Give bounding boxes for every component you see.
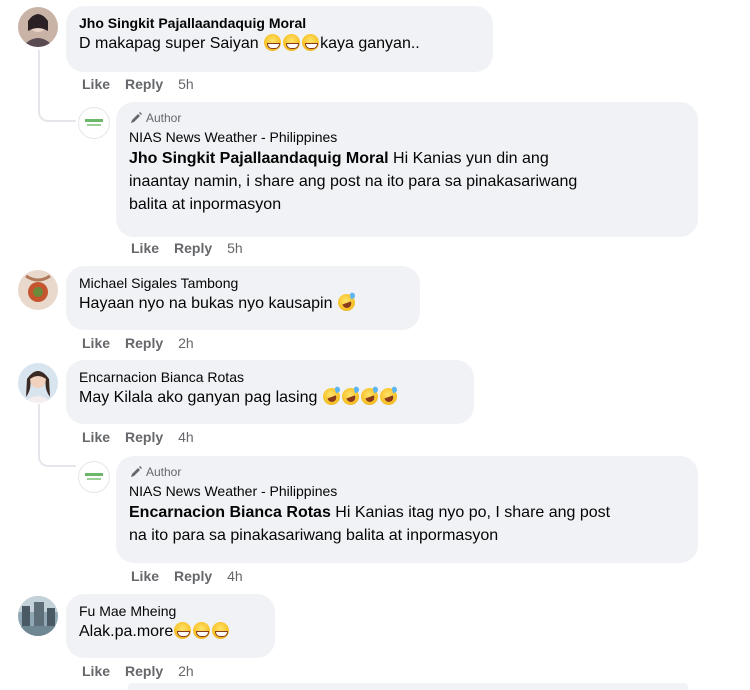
- author-badge: Author: [129, 110, 685, 126]
- avatar[interactable]: [78, 107, 110, 139]
- grinning-emoji-icon: [302, 34, 320, 51]
- avatar[interactable]: [18, 270, 58, 310]
- avatar[interactable]: [18, 363, 58, 403]
- comment-text: Hayaan nyo na bukas nyo kausapin: [79, 291, 407, 315]
- comment-actions: Like Reply 2h: [82, 335, 194, 351]
- like-button[interactable]: Like: [82, 335, 110, 351]
- comment-text: D makapag super Saiyan kaya ganyan..: [79, 34, 420, 52]
- like-button[interactable]: Like: [82, 76, 110, 92]
- timestamp[interactable]: 5h: [227, 240, 243, 256]
- comment-bubble: Encarnacion Bianca Rotas May Kilala ako …: [66, 360, 474, 424]
- like-button[interactable]: Like: [131, 240, 159, 256]
- author-badge: Author: [129, 464, 685, 480]
- rolling-laughing-emoji-icon: [320, 385, 343, 408]
- rolling-laughing-emoji-icon: [377, 385, 400, 408]
- reply-text: Jho Singkit Pajallaandaquig Moral Hi Kan…: [129, 150, 578, 213]
- avatar-photo: [18, 7, 58, 47]
- avatar[interactable]: [18, 596, 58, 636]
- avatar-photo: [18, 363, 58, 403]
- reply-button[interactable]: Reply: [125, 429, 163, 445]
- reply-button[interactable]: Reply: [125, 663, 163, 679]
- avatar[interactable]: [78, 461, 110, 493]
- reply-button[interactable]: Reply: [174, 240, 212, 256]
- like-button[interactable]: Like: [82, 429, 110, 445]
- mention-link[interactable]: Encarnacion Bianca Rotas: [129, 504, 331, 521]
- reply-connector: [38, 110, 76, 122]
- avatar[interactable]: [18, 7, 58, 47]
- comment-actions: Like Reply 5h: [82, 76, 194, 92]
- grinning-emoji-icon: [193, 622, 211, 639]
- reply-button[interactable]: Reply: [125, 76, 163, 92]
- comment-text: May Kilala ako ganyan pag lasing: [79, 385, 461, 409]
- rolling-laughing-emoji-icon: [339, 385, 362, 408]
- reply-actions: Like Reply 5h: [131, 240, 243, 256]
- page-logo: [85, 473, 103, 480]
- commenter-name[interactable]: NIAS News Weather - Philippines: [129, 482, 685, 500]
- reply-connector: [38, 455, 76, 467]
- comment-actions: Like Reply 4h: [82, 429, 194, 445]
- mention-link[interactable]: Jho Singkit Pajallaandaquig Moral: [129, 150, 389, 167]
- grinning-emoji-icon: [174, 622, 192, 639]
- next-reply-bubble-edge: [128, 683, 688, 690]
- like-button[interactable]: Like: [82, 663, 110, 679]
- reply-actions: Like Reply 4h: [131, 568, 243, 584]
- page-logo: [85, 119, 103, 126]
- avatar-photo: [18, 270, 58, 310]
- timestamp[interactable]: 5h: [178, 76, 194, 92]
- comment-text: Alak.pa.more: [79, 620, 262, 643]
- comment-bubble: Michael Sigales Tambong Hayaan nyo na bu…: [66, 266, 420, 330]
- rolling-laughing-emoji-icon: [358, 385, 381, 408]
- reply-bubble: Author NIAS News Weather - Philippines J…: [116, 102, 698, 237]
- rolling-laughing-emoji-icon: [335, 291, 358, 314]
- reply-bubble: Author NIAS News Weather - Philippines E…: [116, 456, 698, 563]
- avatar-photo: [18, 596, 58, 636]
- thread-line: [38, 404, 40, 456]
- timestamp[interactable]: 4h: [178, 429, 194, 445]
- thread-line: [38, 50, 40, 112]
- timestamp[interactable]: 4h: [227, 568, 243, 584]
- timestamp[interactable]: 2h: [178, 335, 194, 351]
- timestamp[interactable]: 2h: [178, 663, 194, 679]
- commenter-name[interactable]: NIAS News Weather - Philippines: [129, 128, 685, 146]
- grinning-emoji-icon: [283, 34, 301, 51]
- comment-actions: Like Reply 2h: [82, 663, 194, 679]
- like-button[interactable]: Like: [131, 568, 159, 584]
- pencil-icon: [131, 112, 142, 123]
- grinning-emoji-icon: [264, 34, 282, 51]
- commenter-name[interactable]: Michael Sigales Tambong: [79, 274, 407, 292]
- reply-button[interactable]: Reply: [174, 568, 212, 584]
- comment-bubble: Jho Singkit Pajallaandaquig Moral D maka…: [66, 6, 493, 72]
- pencil-icon: [131, 466, 142, 477]
- reply-button[interactable]: Reply: [125, 335, 163, 351]
- commenter-name[interactable]: Jho Singkit Pajallaandaquig Moral: [79, 14, 480, 32]
- commenter-name[interactable]: Fu Mae Mheing: [79, 602, 262, 620]
- comment-bubble: Fu Mae Mheing Alak.pa.more: [66, 594, 275, 658]
- commenter-name[interactable]: Encarnacion Bianca Rotas: [79, 368, 461, 386]
- grinning-emoji-icon: [212, 622, 230, 639]
- reply-text: Encarnacion Bianca Rotas Hi Kanias itag …: [129, 504, 611, 544]
